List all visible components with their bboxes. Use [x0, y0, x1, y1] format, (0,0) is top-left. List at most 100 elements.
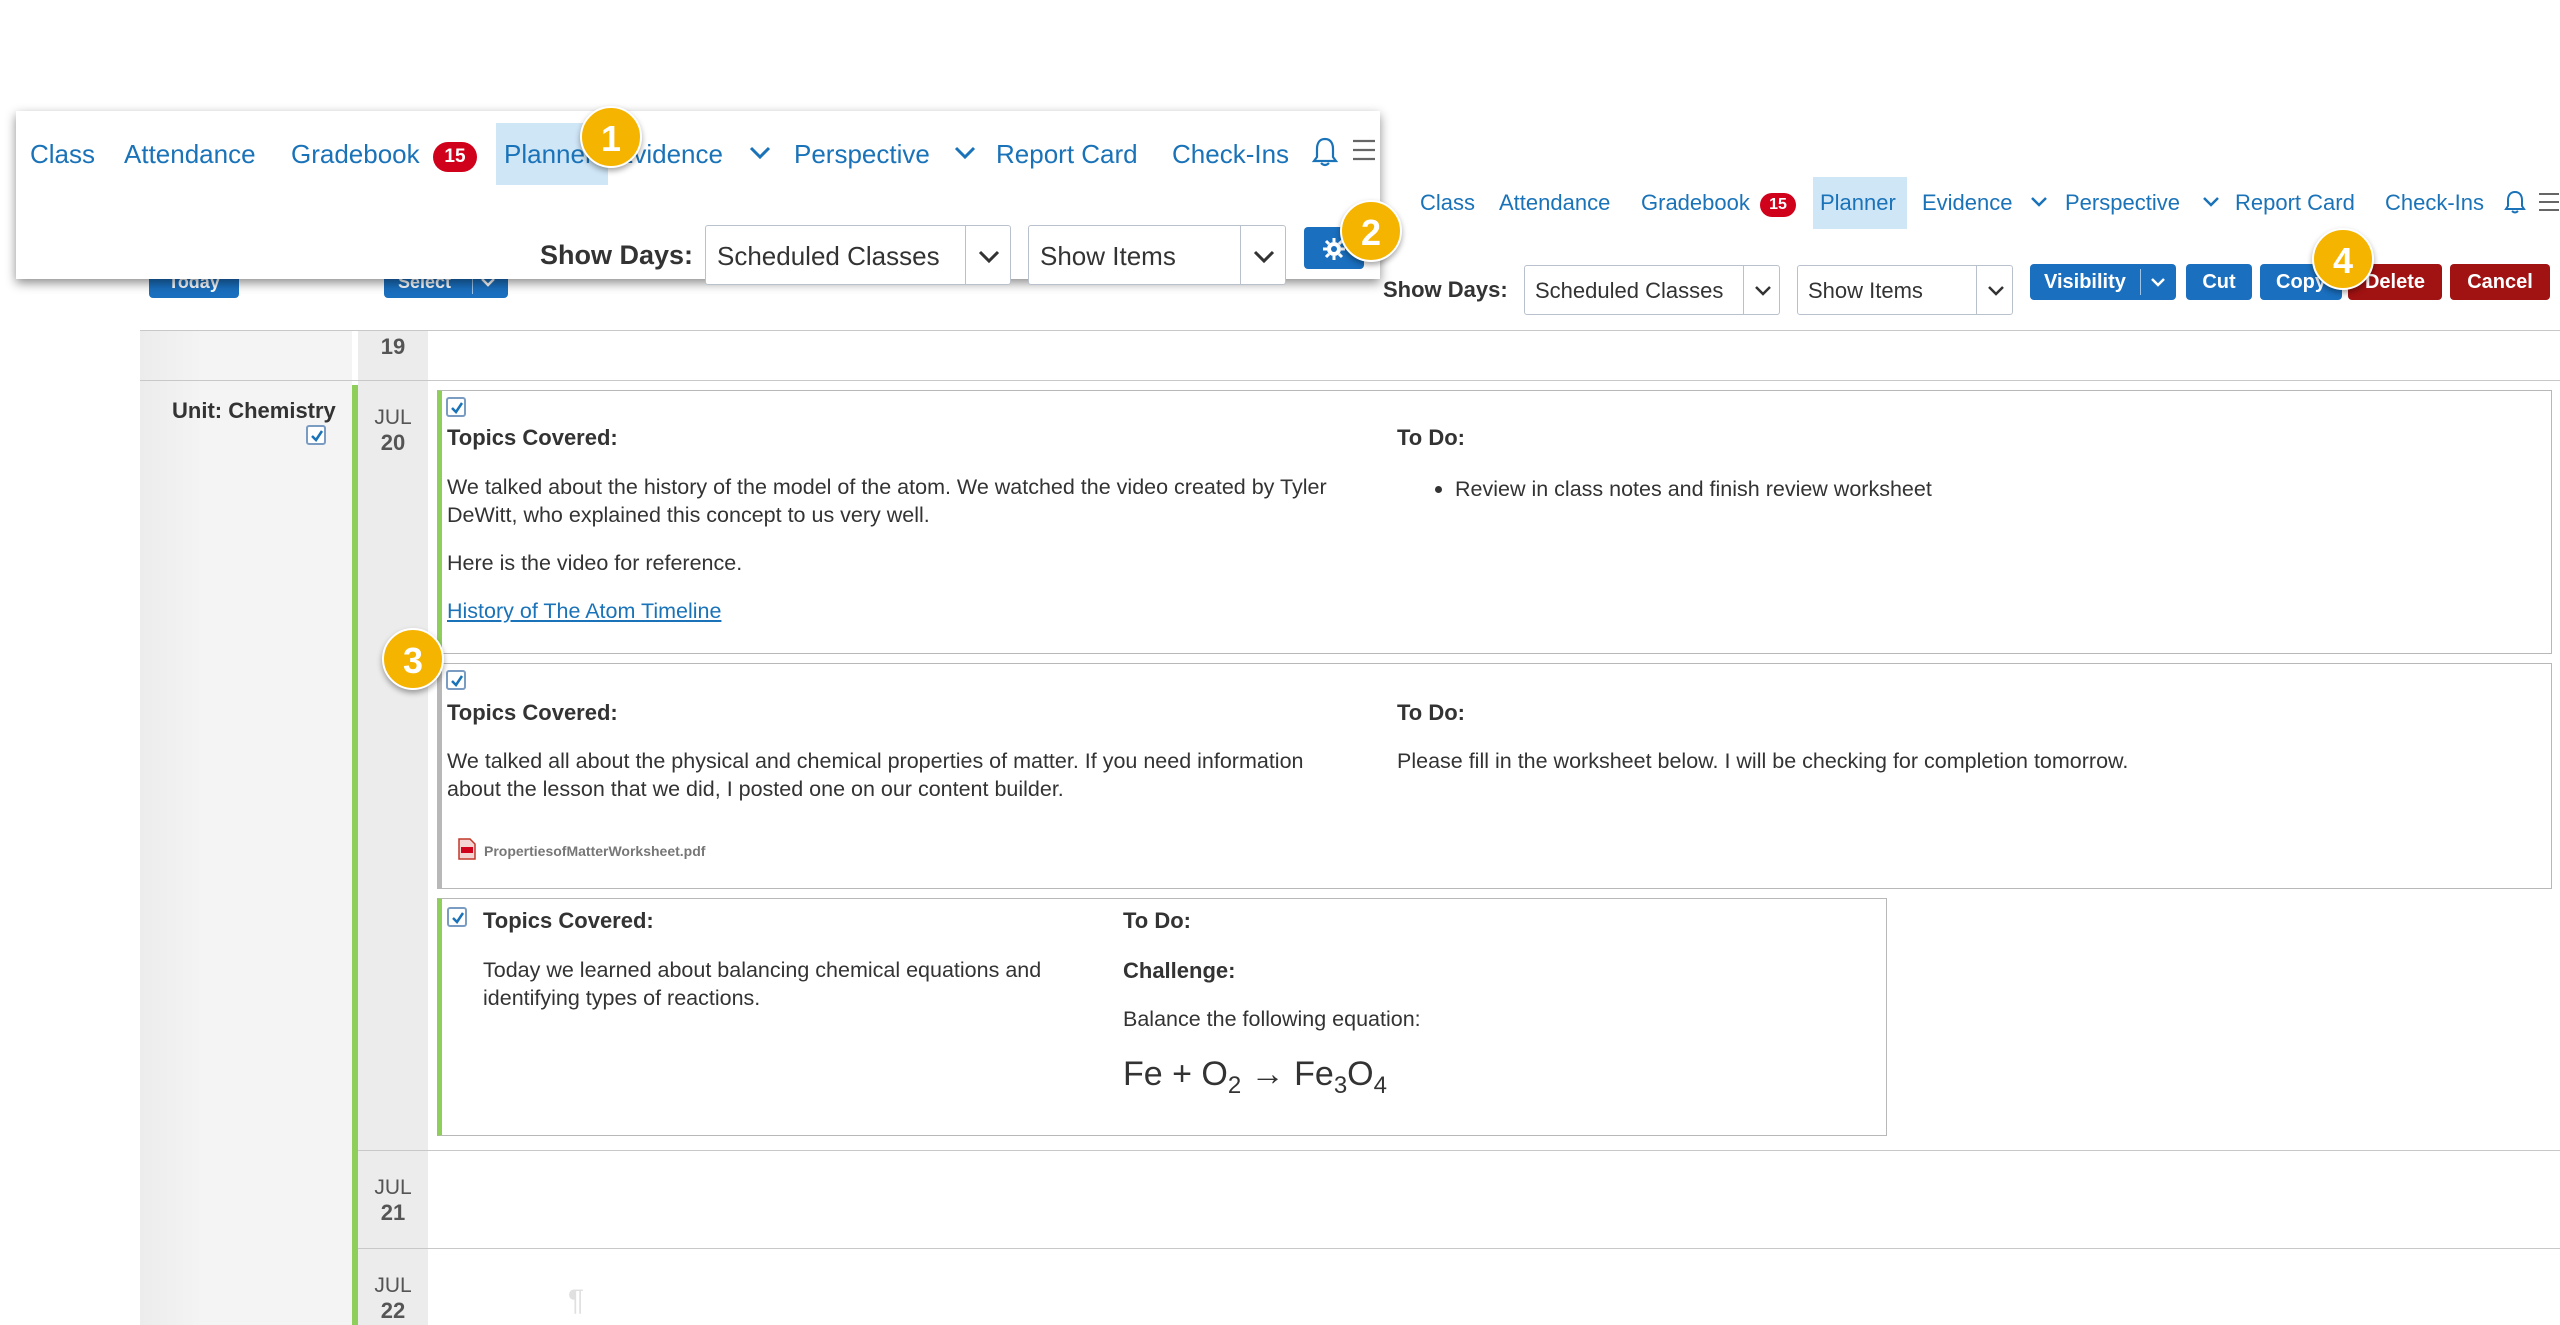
cut-button[interactable]: Cut	[2186, 264, 2252, 300]
row-divider	[140, 330, 2560, 331]
bullet-dot	[1435, 486, 1442, 493]
nav-evidence[interactable]: Evidence	[1922, 190, 2013, 216]
item-checkbox[interactable]	[447, 907, 467, 927]
todo-bullet-text: Review in class notes and finish review …	[1455, 477, 1932, 501]
cancel-button[interactable]: Cancel	[2450, 264, 2550, 300]
items-select-value: Show Items	[1808, 278, 1923, 303]
select-divider	[1976, 266, 1977, 314]
checkmark-icon	[451, 675, 464, 687]
topics-text-secondary: Here is the video for reference.	[447, 551, 743, 575]
planner-item-card[interactable]: Topics Covered: Today we learned about b…	[437, 898, 1887, 1136]
nav-attendance[interactable]: Attendance	[1499, 190, 1610, 216]
visibility-button-label: Visibility	[2044, 271, 2126, 293]
topics-text: We talked about the history of the model…	[447, 475, 1327, 527]
date-jul-21: JUL 21	[358, 1176, 428, 1226]
callout-2: 2	[1340, 200, 1402, 262]
date-day: 22	[380, 1298, 406, 1323]
checkmark-icon	[451, 402, 464, 414]
item-checkbox[interactable]	[446, 670, 466, 690]
row-divider	[358, 1150, 2560, 1151]
nav-check-ins[interactable]: Check-Ins	[2385, 190, 2484, 216]
bell-icon[interactable]	[2504, 189, 2526, 215]
equation-subscript: 4	[1373, 1071, 1387, 1099]
hamburger-icon[interactable]	[2538, 192, 2560, 212]
nav-perspective[interactable]: Perspective	[794, 139, 930, 170]
nav-gradebook[interactable]: Gradebook	[1641, 190, 1750, 216]
date-day: 21	[380, 1200, 406, 1225]
unit-label: Unit: Chemistry	[172, 398, 336, 423]
topics-text: Today we learned about balancing chemica…	[483, 958, 1042, 1010]
equation-subscript: 2	[1227, 1071, 1242, 1099]
challenge-text: Balance the following equation:	[1123, 1007, 1421, 1031]
show-days-label: Show Days:	[1383, 277, 1508, 302]
callout-3: 3	[382, 628, 444, 690]
date-day: 20	[380, 430, 406, 455]
gradebook-count-badge: 15	[1760, 193, 1796, 217]
chevron-down-icon[interactable]	[2202, 196, 2220, 208]
nav-attendance[interactable]: Attendance	[124, 139, 256, 170]
pdf-file-icon	[458, 838, 476, 860]
todo-heading: To Do:	[1123, 908, 1192, 933]
callout-4: 4	[2312, 228, 2374, 290]
select-divider	[965, 226, 966, 284]
zoomed-nav-panel: Class Attendance Gradebook 15 Planner Ev…	[16, 111, 1380, 285]
callout-1: 1	[580, 106, 642, 168]
days-select[interactable]: Scheduled Classes	[705, 225, 1011, 285]
chemical-equation: Fe + O2 → Fe3O4	[1123, 1055, 1387, 1100]
date-day: 19	[380, 334, 406, 359]
checkmark-icon	[311, 430, 324, 442]
nav-check-ins[interactable]: Check-Ins	[1172, 139, 1289, 170]
video-link[interactable]: History of The Atom Timeline	[447, 597, 721, 625]
topics-heading: Topics Covered:	[483, 908, 654, 933]
days-select-value: Scheduled Classes	[1535, 278, 1724, 303]
planner-item-card[interactable]: Topics Covered: We talked about the hist…	[437, 390, 2552, 654]
items-select[interactable]: Show Items	[1028, 225, 1286, 285]
nav-perspective[interactable]: Perspective	[2065, 190, 2180, 216]
attachment-name: PropertiesofMatterWorksheet.pdf	[484, 843, 706, 859]
chevron-down-icon	[978, 250, 1000, 264]
gradebook-count-badge: 15	[433, 142, 477, 172]
equation-part: Fe + O	[1123, 1055, 1228, 1093]
date-month: JUL	[374, 1274, 412, 1297]
equation-part: O	[1347, 1055, 1374, 1093]
topics-text: We talked all about the physical and che…	[447, 749, 1304, 801]
visibility-button[interactable]: Visibility	[2030, 264, 2176, 300]
chevron-down-icon[interactable]	[2030, 196, 2048, 208]
nav-report-card[interactable]: Report Card	[996, 139, 1138, 170]
select-divider	[1240, 226, 1241, 284]
chevron-down-icon	[1988, 286, 2004, 296]
date-jul-19: 19	[358, 334, 428, 360]
chevron-down-icon[interactable]	[749, 146, 771, 160]
pilcrow-mark: ¶	[568, 1284, 585, 1317]
date-month: JUL	[374, 1176, 412, 1199]
todo-heading: To Do:	[1397, 700, 1466, 725]
row-divider	[358, 1248, 2560, 1249]
nav-gradebook[interactable]: Gradebook	[291, 139, 420, 170]
chevron-down-icon	[1253, 250, 1275, 264]
equation-part: → Fe	[1241, 1055, 1334, 1093]
days-select-value: Scheduled Classes	[717, 241, 940, 271]
nav-class[interactable]: Class	[1420, 190, 1475, 216]
select-divider	[2140, 269, 2141, 295]
topics-heading: Topics Covered:	[447, 425, 618, 450]
item-checkbox[interactable]	[446, 397, 466, 417]
date-jul-22: JUL 22	[358, 1274, 428, 1324]
chevron-down-icon[interactable]	[954, 146, 976, 160]
items-select-value: Show Items	[1040, 241, 1176, 271]
days-select[interactable]: Scheduled Classes	[1524, 265, 1780, 315]
hamburger-icon[interactable]	[1352, 139, 1376, 161]
nav-report-card[interactable]: Report Card	[2235, 190, 2355, 216]
planner-item-card[interactable]: Topics Covered: We talked all about the …	[437, 663, 2552, 889]
row-divider	[140, 380, 2560, 381]
items-select[interactable]: Show Items	[1797, 265, 2013, 315]
chevron-down-icon	[2151, 278, 2165, 287]
nav-planner[interactable]: Planner	[1813, 177, 1907, 229]
show-days-label: Show Days:	[540, 240, 694, 270]
checkmark-icon	[452, 912, 465, 924]
bell-icon[interactable]	[1312, 136, 1338, 168]
date-month: JUL	[374, 406, 412, 429]
unit-checkbox[interactable]	[306, 425, 326, 445]
challenge-heading: Challenge:	[1123, 958, 1236, 983]
topics-heading: Topics Covered:	[447, 700, 618, 725]
nav-class[interactable]: Class	[30, 139, 95, 170]
